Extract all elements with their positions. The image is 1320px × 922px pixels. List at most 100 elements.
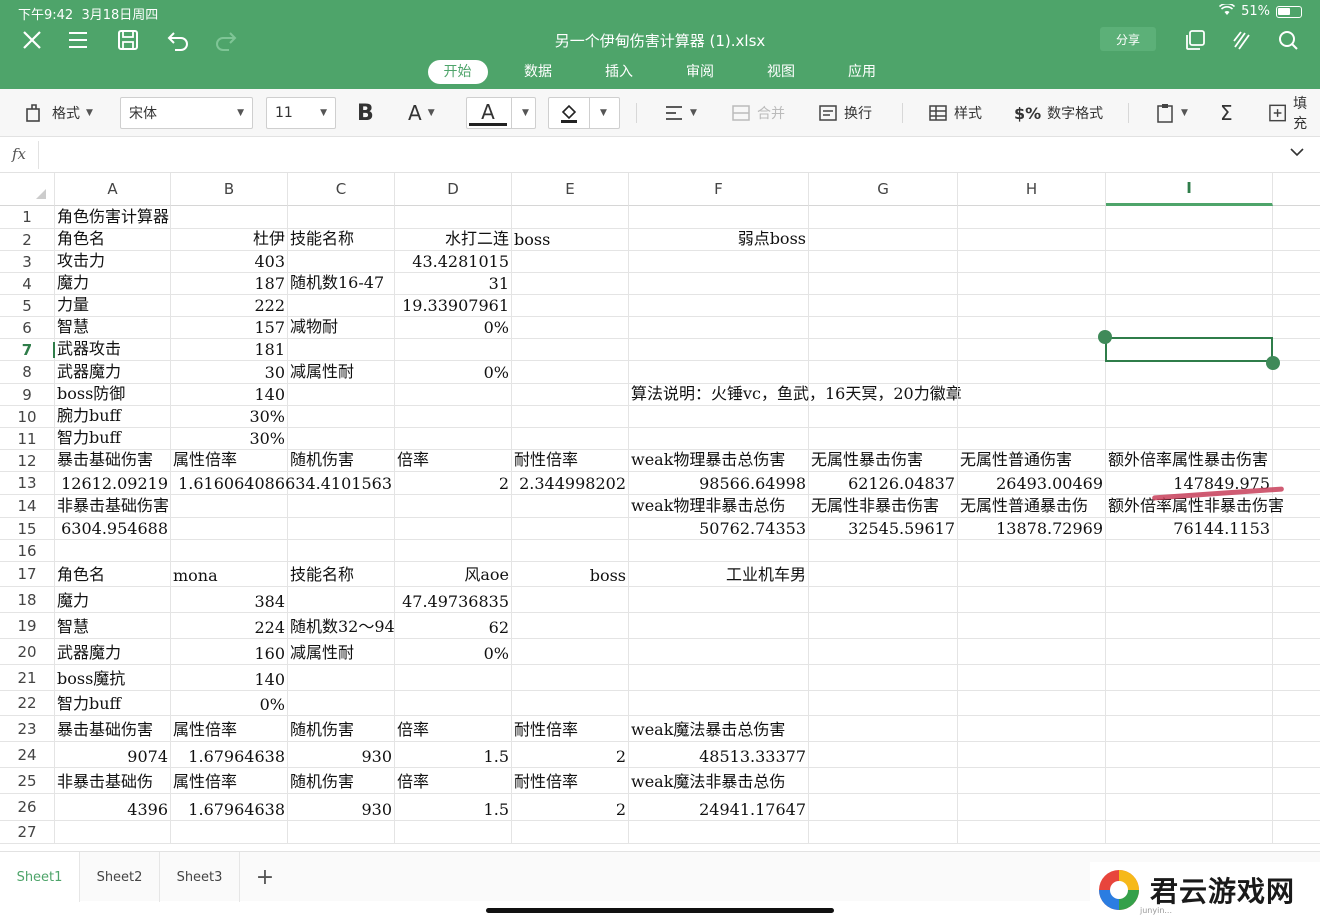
cell-h4[interactable]: [958, 273, 1106, 295]
cell-g16[interactable]: [809, 540, 958, 562]
cell-a19[interactable]: 智慧: [55, 613, 171, 639]
row-header-4[interactable]: 4: [0, 273, 55, 295]
cell-f20[interactable]: [629, 639, 809, 665]
cell-g20[interactable]: [809, 639, 958, 665]
cell-d13[interactable]: 2: [395, 472, 512, 495]
cell-e3[interactable]: [512, 251, 629, 273]
cell-j15[interactable]: [1273, 518, 1320, 540]
cell-d6[interactable]: 0%: [395, 317, 512, 339]
cell-i12[interactable]: 额外倍率属性暴击伤害: [1106, 450, 1273, 472]
cell-e17[interactable]: boss: [512, 562, 629, 587]
cell-g23[interactable]: [809, 716, 958, 742]
cell-e14[interactable]: [512, 495, 629, 518]
tab-view[interactable]: 视图: [741, 60, 822, 84]
cell-f21[interactable]: [629, 665, 809, 691]
cell-c19[interactable]: 随机数32～94: [288, 613, 395, 639]
cell-g8[interactable]: [809, 361, 958, 384]
row-header-21[interactable]: 21: [0, 665, 55, 691]
cell-c12[interactable]: 随机伤害: [288, 450, 395, 472]
cell-e20[interactable]: [512, 639, 629, 665]
fill-color-button[interactable]: ▼: [548, 97, 620, 129]
cell-e19[interactable]: [512, 613, 629, 639]
cell-h9[interactable]: [958, 384, 1106, 406]
cell-j11[interactable]: [1273, 428, 1320, 450]
cell-g14[interactable]: 无属性非暴击伤害: [809, 495, 958, 518]
row-header-2[interactable]: 2: [0, 229, 55, 251]
cell-f10[interactable]: [629, 406, 809, 428]
cell-j17[interactable]: [1273, 562, 1320, 587]
cell-d5[interactable]: 19.33907961: [395, 295, 512, 317]
cell-c10[interactable]: [288, 406, 395, 428]
cell-i14[interactable]: 额外倍率属性非暴击伤害: [1106, 495, 1284, 518]
sheet-tab-3[interactable]: Sheet3: [160, 852, 240, 902]
cell-h20[interactable]: [958, 639, 1106, 665]
cell-j14[interactable]: [1273, 495, 1320, 518]
cell-e12[interactable]: 耐性倍率: [512, 450, 629, 472]
tab-apps[interactable]: 应用: [822, 60, 903, 84]
cell-h19[interactable]: [958, 613, 1106, 639]
cell-g9[interactable]: [809, 384, 958, 406]
cell-j18[interactable]: [1273, 587, 1320, 613]
select-all-corner[interactable]: [0, 173, 55, 206]
cell-c22[interactable]: [288, 691, 395, 716]
cell-b9[interactable]: 140: [171, 384, 288, 406]
cell-f4[interactable]: [629, 273, 809, 295]
cell-j2[interactable]: [1273, 229, 1320, 251]
cell-g19[interactable]: [809, 613, 958, 639]
cell-e4[interactable]: [512, 273, 629, 295]
spreadsheet-grid[interactable]: ABCDEFGHIJ123456789101112131415161718192…: [0, 173, 1320, 851]
cell-h5[interactable]: [958, 295, 1106, 317]
cell-e2[interactable]: boss: [512, 229, 629, 251]
cell-e16[interactable]: [512, 540, 629, 562]
cell-i22[interactable]: [1106, 691, 1273, 716]
cell-b18[interactable]: 384: [171, 587, 288, 613]
cell-d4[interactable]: 31: [395, 273, 512, 295]
cell-f9[interactable]: 算法说明：火锤vc，鱼武，16天冥，20力徽章: [629, 384, 962, 406]
fill-button[interactable]: 填充: [1268, 96, 1320, 132]
selection-handle-top-left[interactable]: [1098, 330, 1112, 344]
cell-c26[interactable]: 930: [288, 794, 395, 821]
cell-g15[interactable]: 32545.59617: [809, 518, 958, 540]
search-icon[interactable]: [1274, 26, 1302, 54]
cell-f22[interactable]: [629, 691, 809, 716]
multi-window-icon[interactable]: [1181, 26, 1209, 54]
cell-i8[interactable]: [1106, 361, 1273, 384]
cell-a20[interactable]: 武器魔力: [55, 639, 171, 665]
cell-j21[interactable]: [1273, 665, 1320, 691]
cell-b7[interactable]: 181: [171, 339, 288, 361]
cell-a26[interactable]: 4396: [55, 794, 171, 821]
cell-a15[interactable]: 6304.954688: [55, 518, 171, 540]
merge-button[interactable]: 合并: [731, 97, 785, 129]
cell-g25[interactable]: [809, 768, 958, 794]
cell-d26[interactable]: 1.5: [395, 794, 512, 821]
cell-e1[interactable]: [512, 206, 629, 229]
cell-h22[interactable]: [958, 691, 1106, 716]
cell-e9[interactable]: [512, 384, 629, 406]
cell-j8[interactable]: [1273, 361, 1320, 384]
cell-e24[interactable]: 2: [512, 742, 629, 768]
cell-g21[interactable]: [809, 665, 958, 691]
cell-a23[interactable]: 暴击基础伤害: [55, 716, 171, 742]
cell-h12[interactable]: 无属性普通伤害: [958, 450, 1106, 472]
cell-h8[interactable]: [958, 361, 1106, 384]
cell-c6[interactable]: 减物耐: [288, 317, 395, 339]
pen-tool-icon[interactable]: [1228, 26, 1256, 54]
cell-e15[interactable]: [512, 518, 629, 540]
tab-review[interactable]: 审阅: [660, 60, 741, 84]
row-header-1[interactable]: 1: [0, 206, 55, 229]
cell-j7[interactable]: [1273, 339, 1320, 361]
cell-i24[interactable]: [1106, 742, 1273, 768]
row-header-14[interactable]: 14: [0, 495, 55, 518]
cell-d2[interactable]: 水打二连: [395, 229, 512, 251]
cell-i18[interactable]: [1106, 587, 1273, 613]
wrap-text-button[interactable]: 换行: [818, 97, 872, 129]
cell-j1[interactable]: [1273, 206, 1320, 229]
cell-h14[interactable]: 无属性普通暴击伤: [958, 495, 1106, 518]
sum-button[interactable]: Σ: [1220, 97, 1233, 129]
row-header-3[interactable]: 3: [0, 251, 55, 273]
cell-f25[interactable]: weak魔法非暴击总伤: [629, 768, 809, 794]
cell-d12[interactable]: 倍率: [395, 450, 512, 472]
cell-h18[interactable]: [958, 587, 1106, 613]
row-header-25[interactable]: 25: [0, 768, 55, 794]
cell-a12[interactable]: 暴击基础伤害: [55, 450, 171, 472]
